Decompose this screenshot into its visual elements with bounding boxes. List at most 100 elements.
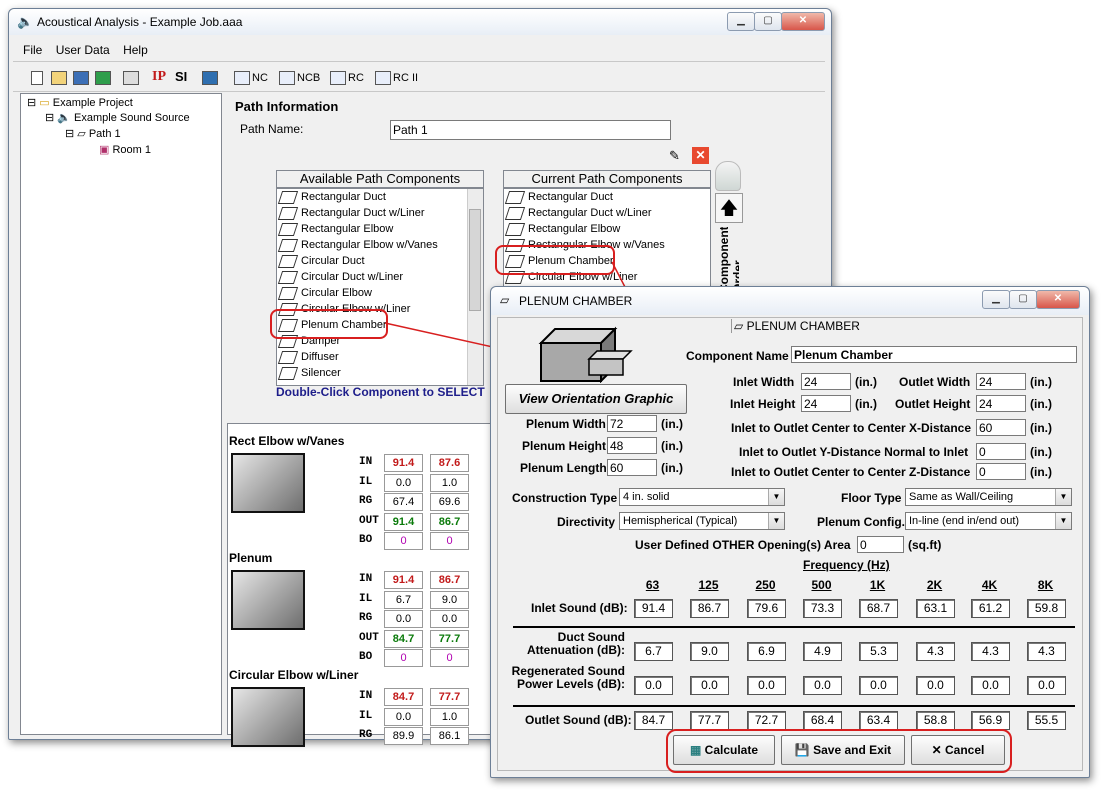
unit-label: (in.): [855, 397, 877, 411]
minimize-button[interactable]: ▁: [982, 290, 1010, 309]
regen-cell: 0.0: [634, 676, 673, 695]
inlet_sound-cell: 63.1: [916, 599, 955, 618]
construction-type-select[interactable]: 4 in. solid ▼: [619, 488, 785, 506]
annotation-circle: [666, 729, 1012, 773]
frequency-label: Frequency (Hz): [803, 558, 890, 572]
unit-label: (in.): [1030, 421, 1052, 435]
outlet_sound-cell: 63.4: [859, 711, 898, 730]
unit-label: (in.): [1030, 465, 1052, 479]
duct_atten-cell: 4.3: [971, 642, 1010, 661]
outlet-height-input[interactable]: 24: [976, 395, 1026, 412]
frequency-header: 1K: [869, 578, 886, 592]
inlet-height-label: Inlet Height: [730, 397, 796, 411]
unit-label: (in.): [661, 461, 683, 475]
plenum-config-label: Plenum Config.: [817, 515, 905, 529]
unit-label: (in.): [855, 375, 877, 389]
z-distance-label: Inlet to Outlet Center to Center Z-Dista…: [731, 465, 971, 479]
unit-label: (in.): [1030, 375, 1052, 389]
inlet_sound-cell: 73.3: [803, 599, 842, 618]
plenum-dialog: ▱ PLENUM CHAMBER ▁ ▢ ✕ ▱ PLENUM CHAMBER …: [490, 286, 1090, 778]
outlet_sound-cell: 84.7: [634, 711, 673, 730]
regen-cell: 0.0: [747, 676, 786, 695]
regen-cell: 0.0: [971, 676, 1010, 695]
frequency-header: 2K: [926, 578, 943, 592]
duct_atten-cell: 4.9: [803, 642, 842, 661]
maximize-button[interactable]: ▢: [1009, 290, 1037, 309]
plenum-width-input[interactable]: 72: [607, 415, 657, 432]
regen-cell: 0.0: [1027, 676, 1066, 695]
inlet_sound-cell: 61.2: [971, 599, 1010, 618]
chevron-down-icon: ▼: [1055, 513, 1071, 529]
close-button[interactable]: ✕: [1036, 290, 1080, 309]
duct_atten-cell: 9.0: [690, 642, 729, 661]
plenum-tab[interactable]: ▱ PLENUM CHAMBER: [731, 319, 860, 333]
duct_atten-cell: 6.9: [747, 642, 786, 661]
plenum-length-label: Plenum Length: [520, 461, 607, 475]
chevron-down-icon: ▼: [1055, 489, 1071, 505]
outlet_sound-cell: 58.8: [916, 711, 955, 730]
chevron-down-icon: ▼: [768, 513, 784, 529]
x-distance-label: Inlet to Outlet Center to Center X-Dista…: [731, 421, 972, 435]
y-distance-label: Inlet to Outlet Y-Distance Normal to Inl…: [739, 445, 969, 459]
inlet-height-input[interactable]: 24: [801, 395, 851, 412]
z-distance-input[interactable]: 0: [976, 463, 1026, 480]
floor-type-select[interactable]: Same as Wall/Ceiling ▼: [905, 488, 1072, 506]
frequency-header: 125: [698, 578, 719, 592]
plenum-width-label: Plenum Width: [526, 417, 606, 431]
regen-label: Regenerated Sound Power Levels (dB):: [511, 664, 625, 691]
outlet_sound-cell: 56.9: [971, 711, 1010, 730]
duct-icon: ▱: [734, 319, 744, 333]
table-divider: [513, 705, 1075, 707]
outlet_sound-cell: 77.7: [690, 711, 729, 730]
annotation-circle: [495, 245, 615, 275]
table-divider: [513, 626, 1075, 628]
regen-cell: 0.0: [690, 676, 729, 695]
construction-type-label: Construction Type: [512, 491, 618, 505]
regen-cell: 0.0: [859, 676, 898, 695]
outlet-sound-label: Outlet Sound (dB):: [525, 713, 632, 727]
plenum-height-input[interactable]: 48: [607, 437, 657, 454]
plenum-config-select[interactable]: In-line (end in/end out) ▼: [905, 512, 1072, 530]
view-orientation-button[interactable]: View Orientation Graphic: [505, 384, 687, 414]
regen-cell: 0.0: [803, 676, 842, 695]
unit-label: (in.): [661, 439, 683, 453]
other-opening-label: User Defined OTHER Opening(s) Area: [635, 538, 851, 552]
duct_atten-cell: 5.3: [859, 642, 898, 661]
unit-label: (in.): [661, 417, 683, 431]
outlet_sound-cell: 55.5: [1027, 711, 1066, 730]
duct-icon: ▱: [500, 293, 510, 307]
directivity-label: Directivity: [557, 515, 616, 529]
unit-label: (in.): [1030, 397, 1052, 411]
directivity-select[interactable]: Hemispherical (Typical) ▼: [619, 512, 785, 530]
y-distance-input[interactable]: 0: [976, 443, 1026, 460]
outlet-width-label: Outlet Width: [899, 375, 971, 389]
inlet_sound-cell: 91.4: [634, 599, 673, 618]
outlet_sound-cell: 68.4: [803, 711, 842, 730]
outlet-height-label: Outlet Height: [895, 397, 971, 411]
regen-cell: 0.0: [916, 676, 955, 695]
chevron-down-icon: ▼: [768, 489, 784, 505]
dialog-title: PLENUM CHAMBER: [519, 294, 633, 308]
duct_atten-cell: 4.3: [1027, 642, 1066, 661]
inlet-width-label: Inlet Width: [733, 375, 795, 389]
component-name-input[interactable]: Plenum Chamber: [791, 346, 1077, 363]
component-name-label: Component Name: [686, 349, 789, 363]
frequency-header: 8K: [1037, 578, 1054, 592]
frequency-header: 4K: [981, 578, 998, 592]
other-opening-input[interactable]: 0: [857, 536, 904, 553]
inlet_sound-cell: 86.7: [690, 599, 729, 618]
annotation-circle: [270, 309, 388, 339]
outlet_sound-cell: 72.7: [747, 711, 786, 730]
inlet_sound-cell: 79.6: [747, 599, 786, 618]
outlet-width-input[interactable]: 24: [976, 373, 1026, 390]
duct_atten-cell: 6.7: [634, 642, 673, 661]
dialog-title-bar: ▱ PLENUM CHAMBER ▁ ▢ ✕: [491, 287, 1089, 315]
floor-type-label: Floor Type: [841, 491, 902, 505]
inlet_sound-cell: 59.8: [1027, 599, 1066, 618]
x-distance-input[interactable]: 60: [976, 419, 1026, 436]
duct_atten-cell: 4.3: [916, 642, 955, 661]
plenum-length-input[interactable]: 60: [607, 459, 657, 476]
inlet_sound-cell: 68.7: [859, 599, 898, 618]
inlet-width-input[interactable]: 24: [801, 373, 851, 390]
plenum-height-label: Plenum Height: [522, 439, 607, 453]
